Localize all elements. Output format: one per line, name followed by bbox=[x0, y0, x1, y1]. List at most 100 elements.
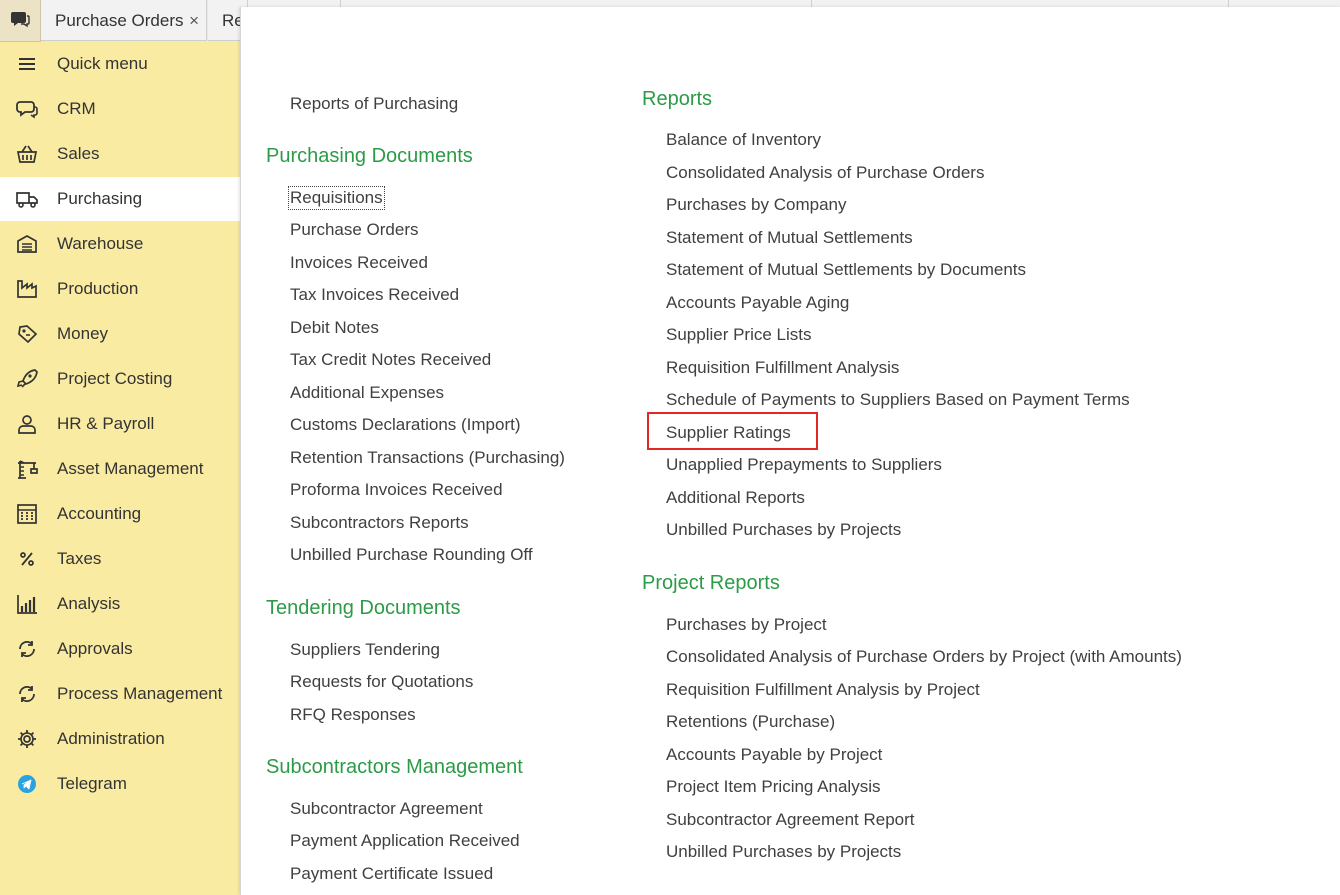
link-requests-for-quotations[interactable]: Requests for Quotations bbox=[290, 672, 473, 692]
link-tax-invoices-received[interactable]: Tax Invoices Received bbox=[290, 285, 459, 305]
percent-icon bbox=[20, 552, 34, 566]
link-subcontractor-agreement-report[interactable]: Subcontractor Agreement Report bbox=[666, 810, 915, 830]
link-tax-credit-notes-received[interactable]: Tax Credit Notes Received bbox=[290, 350, 491, 370]
sidebar-item-hr-payroll[interactable]: HR & Payroll bbox=[0, 402, 240, 446]
sidebar-item-label: Asset Management bbox=[57, 459, 204, 478]
sidebar-item-accounting[interactable]: Accounting bbox=[0, 492, 240, 536]
link-payment-application-received[interactable]: Payment Application Received bbox=[290, 831, 520, 851]
tab-purchase-orders[interactable]: Purchase Orders × bbox=[41, 0, 207, 41]
link-supplier-price-lists[interactable]: Supplier Price Lists bbox=[666, 325, 812, 345]
tab-label: Purchase Orders bbox=[55, 11, 184, 30]
sidebar-item-crm[interactable]: CRM bbox=[0, 87, 240, 131]
chat-tab-button[interactable] bbox=[0, 0, 41, 42]
link-requisition-fulfillment-analysis[interactable]: Requisition Fulfillment Analysis bbox=[666, 358, 899, 378]
link-schedule-of-payments-to-suppliers[interactable]: Schedule of Payments to Suppliers Based … bbox=[666, 390, 1130, 410]
sidebar-item-administration[interactable]: Administration bbox=[0, 717, 240, 761]
sidebar-item-money[interactable]: Money bbox=[0, 312, 240, 356]
link-statement-of-mutual-settlements[interactable]: Statement of Mutual Settlements bbox=[666, 228, 913, 248]
sidebar-item-sales[interactable]: Sales bbox=[0, 132, 240, 176]
link-consolidated-analysis-by-project[interactable]: Consolidated Analysis of Purchase Orders… bbox=[666, 647, 1182, 667]
sidebar-item-production[interactable]: Production bbox=[0, 267, 240, 311]
menu-icon bbox=[19, 58, 35, 70]
sidebar-item-label: Taxes bbox=[57, 549, 102, 568]
telegram-icon bbox=[18, 775, 36, 793]
bar-chart-icon bbox=[17, 595, 37, 614]
link-additional-reports[interactable]: Additional Reports bbox=[666, 488, 805, 508]
link-retentions-purchase[interactable]: Retentions (Purchase) bbox=[666, 712, 835, 732]
crm-chat-icon bbox=[16, 101, 38, 119]
link-statement-of-mutual-settlements-by-documents[interactable]: Statement of Mutual Settlements by Docum… bbox=[666, 260, 1026, 280]
process-cycle-icon bbox=[19, 686, 35, 702]
section-panel: Reports of Purchasing Purchasing Documen… bbox=[240, 7, 1340, 895]
truck-icon bbox=[16, 192, 38, 208]
highlight-box bbox=[647, 412, 818, 450]
sidebar-item-label: Project Costing bbox=[57, 369, 173, 388]
link-consolidated-analysis-of-purchase-orders[interactable]: Consolidated Analysis of Purchase Orders bbox=[666, 163, 984, 183]
sidebar-item-quick-menu[interactable]: Quick menu bbox=[0, 42, 240, 86]
link-project-item-pricing-analysis[interactable]: Project Item Pricing Analysis bbox=[666, 777, 880, 797]
basket-icon bbox=[16, 145, 38, 163]
link-accounts-payable-aging[interactable]: Accounts Payable Aging bbox=[666, 293, 849, 313]
link-rfq-responses[interactable]: RFQ Responses bbox=[290, 705, 416, 725]
link-unbilled-purchases-by-projects-2[interactable]: Unbilled Purchases by Projects bbox=[666, 842, 901, 862]
link-debit-notes[interactable]: Debit Notes bbox=[290, 318, 379, 338]
sidebar-item-label: Sales bbox=[57, 144, 100, 163]
link-reports-of-purchasing[interactable]: Reports of Purchasing bbox=[290, 94, 458, 114]
sidebar-item-taxes[interactable]: Taxes bbox=[0, 537, 240, 581]
sidebar-item-label: Analysis bbox=[57, 594, 121, 613]
link-customs-declarations[interactable]: Customs Declarations (Import) bbox=[290, 415, 521, 435]
sidebar-item-label: Purchasing bbox=[57, 189, 143, 208]
rocket-icon bbox=[16, 369, 38, 388]
sidebar: Quick menu CRM Sales Purchasing Warehous… bbox=[0, 42, 240, 895]
link-requisitions[interactable]: Requisitions bbox=[288, 186, 385, 210]
warehouse-icon bbox=[17, 235, 37, 253]
link-proforma-invoices-received[interactable]: Proforma Invoices Received bbox=[290, 480, 503, 500]
link-purchase-orders[interactable]: Purchase Orders bbox=[290, 220, 419, 240]
sidebar-item-label: Approvals bbox=[57, 639, 133, 658]
person-icon bbox=[18, 415, 36, 434]
sidebar-item-approvals[interactable]: Approvals bbox=[0, 627, 240, 671]
link-purchases-by-project[interactable]: Purchases by Project bbox=[666, 615, 827, 635]
sidebar-item-label: Administration bbox=[57, 729, 165, 748]
sidebar-item-label: Money bbox=[57, 324, 109, 343]
link-subcontractors-reports[interactable]: Subcontractors Reports bbox=[290, 513, 469, 533]
sidebar-item-analysis[interactable]: Analysis bbox=[0, 582, 240, 626]
sidebar-item-warehouse[interactable]: Warehouse bbox=[0, 222, 240, 266]
link-suppliers-tendering[interactable]: Suppliers Tendering bbox=[290, 640, 440, 660]
calculator-icon bbox=[17, 504, 37, 524]
chat-icon bbox=[11, 12, 30, 28]
sidebar-item-asset-management[interactable]: Asset Management bbox=[0, 447, 240, 491]
cycle-icon bbox=[19, 641, 35, 657]
link-unbilled-purchase-rounding-off[interactable]: Unbilled Purchase Rounding Off bbox=[290, 545, 533, 565]
link-unbilled-purchases-by-projects[interactable]: Unbilled Purchases by Projects bbox=[666, 520, 901, 540]
link-subcontractor-agreement[interactable]: Subcontractor Agreement bbox=[290, 799, 483, 819]
link-purchases-by-company[interactable]: Purchases by Company bbox=[666, 195, 846, 215]
sidebar-item-label: Warehouse bbox=[57, 234, 144, 253]
gear-icon bbox=[18, 730, 36, 748]
link-balance-of-inventory[interactable]: Balance of Inventory bbox=[666, 130, 821, 150]
heading-purchasing-documents: Purchasing Documents bbox=[266, 145, 473, 167]
link-accounts-payable-by-project[interactable]: Accounts Payable by Project bbox=[666, 745, 882, 765]
sidebar-item-label: Telegram bbox=[57, 774, 127, 793]
sidebar-item-label: Accounting bbox=[57, 504, 142, 523]
close-icon[interactable]: × bbox=[189, 0, 199, 40]
link-unapplied-prepayments-to-suppliers[interactable]: Unapplied Prepayments to Suppliers bbox=[666, 455, 942, 475]
heading-subcontractors-management: Subcontractors Management bbox=[266, 756, 523, 778]
link-payment-certificate-issued[interactable]: Payment Certificate Issued bbox=[290, 864, 493, 884]
sidebar-item-project-costing[interactable]: Project Costing bbox=[0, 357, 240, 401]
sidebar-item-process-management[interactable]: Process Management bbox=[0, 672, 240, 716]
link-invoices-received[interactable]: Invoices Received bbox=[290, 253, 428, 273]
sidebar-item-label: Production bbox=[57, 279, 139, 298]
money-tag-icon bbox=[18, 325, 38, 344]
sidebar-item-label: CRM bbox=[57, 99, 96, 118]
heading-tendering-documents: Tendering Documents bbox=[266, 597, 461, 619]
link-requisition-fulfillment-analysis-by-project[interactable]: Requisition Fulfillment Analysis by Proj… bbox=[666, 680, 980, 700]
sidebar-item-label: HR & Payroll bbox=[57, 414, 155, 433]
sidebar-item-telegram[interactable]: Telegram bbox=[0, 762, 240, 806]
crane-icon bbox=[18, 460, 38, 479]
heading-reports: Reports bbox=[642, 88, 713, 110]
sidebar-item-purchasing[interactable]: Purchasing bbox=[0, 177, 240, 221]
sidebar-item-label: Process Management bbox=[57, 684, 223, 703]
link-additional-expenses[interactable]: Additional Expenses bbox=[290, 383, 444, 403]
link-retention-transactions[interactable]: Retention Transactions (Purchasing) bbox=[290, 448, 565, 468]
